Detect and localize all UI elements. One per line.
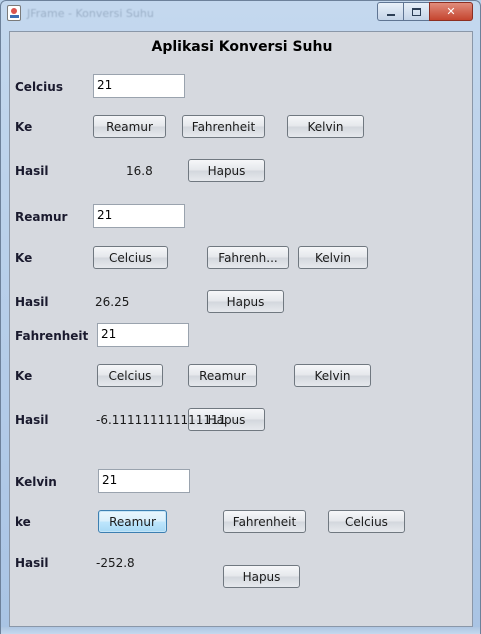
maximize-button[interactable] [403, 2, 429, 21]
kelvin-to-celcius-button[interactable]: Celcius [328, 510, 405, 533]
celcius-input[interactable]: 21 [93, 74, 185, 98]
title-bar[interactable]: JFrame - Konversi Suhu ✕ [1, 1, 480, 27]
fahrenheit-hasil-value: -6.111111111111111 [96, 413, 227, 427]
java-app-icon [7, 5, 21, 21]
fahrenheit-input[interactable]: 21 [97, 323, 189, 347]
kelvin-hasil-label: Hasil [15, 556, 49, 570]
window-bottom-border [1, 627, 480, 634]
celcius-to-reamur-button[interactable]: Reamur [93, 115, 166, 138]
minimize-button[interactable] [377, 2, 403, 21]
kelvin-to-reamur-button[interactable]: Reamur [98, 510, 167, 533]
window-frame: JFrame - Konversi Suhu ✕ Aplikasi Konver… [0, 0, 481, 634]
kelvin-ke-label: ke [15, 515, 31, 529]
kelvin-to-fahrenheit-button[interactable]: Fahrenheit [223, 510, 306, 533]
minimize-icon [386, 13, 395, 16]
reamur-ke-label: Ke [15, 251, 33, 265]
celcius-to-kelvin-button[interactable]: Kelvin [287, 115, 364, 138]
reamur-to-celcius-button[interactable]: Celcius [93, 246, 168, 269]
celcius-to-fahrenheit-button[interactable]: Fahrenheit [182, 115, 265, 138]
fahrenheit-ke-label: Ke [15, 369, 33, 383]
celcius-hasil-value: 16.8 [126, 164, 153, 178]
close-icon: ✕ [446, 5, 456, 18]
content-panel: Aplikasi Konversi Suhu Celcius 21 Ke Rea… [9, 31, 473, 627]
celcius-hasil-label: Hasil [15, 164, 49, 178]
fahrenheit-to-celcius-button[interactable]: Celcius [97, 364, 163, 387]
fahrenheit-label: Fahrenheit [15, 329, 89, 343]
celcius-ke-label: Ke [15, 120, 33, 134]
reamur-to-fahrenheit-button[interactable]: Fahrenh... [207, 246, 289, 269]
fahrenheit-to-kelvin-button[interactable]: Kelvin [294, 364, 371, 387]
reamur-hapus-button[interactable]: Hapus [207, 290, 284, 313]
kelvin-input[interactable]: 21 [98, 469, 190, 493]
page-title: Aplikasi Konversi Suhu [151, 39, 333, 55]
kelvin-label: Kelvin [15, 475, 57, 489]
reamur-label: Reamur [15, 210, 68, 224]
window-title: JFrame - Konversi Suhu [27, 7, 154, 20]
reamur-hasil-value: 26.25 [95, 295, 130, 309]
celcius-hapus-button[interactable]: Hapus [188, 159, 265, 182]
reamur-hasil-label: Hasil [15, 295, 49, 309]
celcius-label: Celcius [15, 80, 63, 94]
window-controls: ✕ [377, 2, 473, 21]
fahrenheit-to-reamur-button[interactable]: Reamur [188, 364, 257, 387]
kelvin-hasil-value: -252.8 [96, 556, 135, 570]
reamur-to-kelvin-button[interactable]: Kelvin [298, 246, 368, 269]
reamur-input[interactable]: 21 [93, 204, 185, 228]
close-button[interactable]: ✕ [429, 2, 473, 21]
maximize-icon [412, 7, 421, 16]
kelvin-hapus-button[interactable]: Hapus [223, 565, 300, 588]
fahrenheit-hasil-label: Hasil [15, 413, 49, 427]
